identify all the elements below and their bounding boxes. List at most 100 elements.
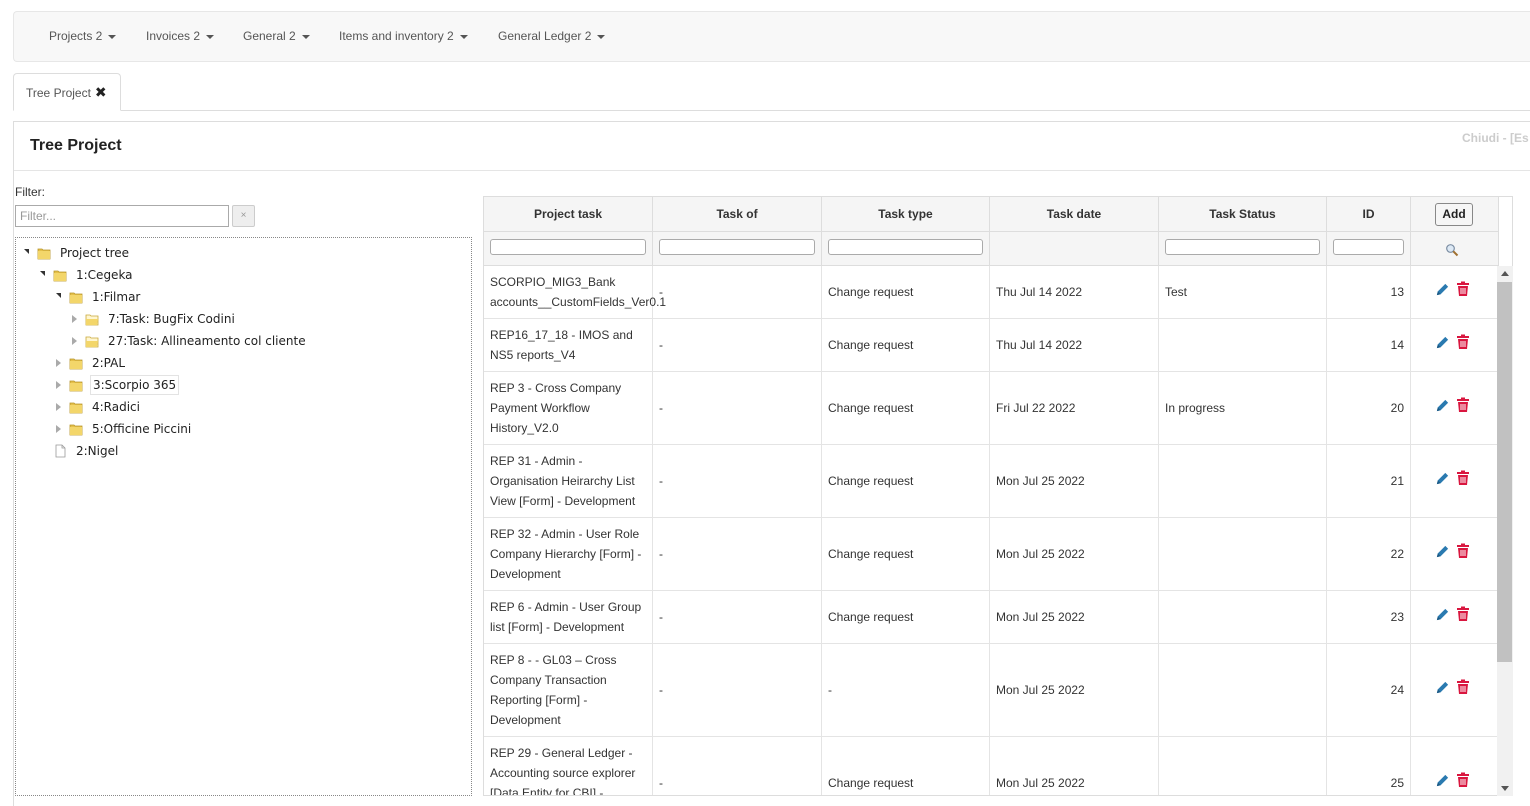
nav-menu-general-ledger[interactable]: General Ledger 2 (498, 12, 606, 61)
tree-node-task-27[interactable]: 27:Task: Allineamento col cliente (72, 330, 308, 350)
cell-actions (1411, 518, 1499, 590)
collapse-arrow-icon[interactable] (56, 358, 61, 367)
tree-node-nigel[interactable]: 2:Nigel (40, 440, 120, 460)
tab-tree-project[interactable]: Tree Project ✖ (13, 73, 121, 111)
cell-id: 13 (1327, 266, 1411, 318)
scroll-down-arrow-icon[interactable] (1501, 786, 1509, 791)
grid-scrollbar[interactable] (1497, 266, 1513, 796)
expand-arrow-icon[interactable] (40, 270, 45, 276)
tab-label: Tree Project (26, 86, 91, 100)
delete-trash-icon[interactable] (1456, 397, 1470, 419)
search-icon[interactable] (1445, 243, 1459, 260)
filter-task-of-input[interactable] (659, 239, 815, 255)
table-row[interactable]: REP 29 - General Ledger - Accounting sou… (484, 737, 1499, 795)
delete-trash-icon[interactable] (1456, 543, 1470, 565)
edit-pencil-icon[interactable] (1435, 282, 1450, 303)
delete-trash-icon[interactable] (1456, 772, 1470, 794)
filter-task-type-input[interactable] (828, 239, 983, 255)
filter-cell (484, 232, 653, 266)
caret-down-icon (459, 34, 468, 39)
filter-id-input[interactable] (1333, 239, 1404, 255)
col-header-task-date[interactable]: Task date (990, 197, 1159, 232)
panel-header: Tree Project Chiudi - [Es (14, 122, 1530, 171)
expand-arrow-icon[interactable] (24, 248, 29, 254)
edit-pencil-icon[interactable] (1435, 335, 1450, 356)
cell-task-date: Mon Jul 25 2022 (990, 591, 1159, 643)
folder-icon (69, 422, 83, 436)
tree-node-label: 2:Nigel (76, 443, 119, 458)
cell-actions (1411, 266, 1499, 318)
edit-pencil-icon[interactable] (1435, 398, 1450, 419)
cell-project-task: REP 29 - General Ledger - Accounting sou… (484, 737, 653, 795)
nav-menu-items-inventory[interactable]: Items and inventory 2 (339, 12, 468, 61)
edit-pencil-icon[interactable] (1435, 773, 1450, 794)
filter-cell (653, 232, 822, 266)
edit-pencil-icon[interactable] (1435, 471, 1450, 492)
scrollbar-thumb[interactable] (1497, 282, 1512, 662)
col-header-task-of[interactable]: Task of (653, 197, 822, 232)
cell-task-date: Mon Jul 25 2022 (990, 445, 1159, 517)
table-row[interactable]: REP 8 - - GL03 – Cross Company Transacti… (484, 644, 1499, 737)
filter-cell-empty (990, 232, 1159, 266)
tree-node-label: Project tree (60, 245, 130, 260)
edit-pencil-icon[interactable] (1435, 607, 1450, 628)
nav-label: Invoices 2 (146, 29, 201, 43)
collapse-arrow-icon[interactable] (56, 424, 61, 433)
tree-node-task-7[interactable]: 7:Task: BugFix Codini (72, 308, 237, 328)
expand-arrow-icon[interactable] (56, 292, 61, 298)
table-row[interactable]: REP 32 - Admin - User Role Company Hiera… (484, 518, 1499, 591)
scroll-up-arrow-icon[interactable] (1501, 271, 1509, 276)
tree-node-cegeka[interactable]: 1:Cegeka (40, 264, 135, 284)
col-header-task-type[interactable]: Task type (822, 197, 990, 232)
cell-task-of: - (653, 644, 822, 736)
tree-node-radici[interactable]: 4:Radici (56, 396, 142, 416)
filter-clear-button[interactable]: × (232, 205, 255, 227)
tree-node-root[interactable]: Project tree (24, 242, 131, 262)
nav-label: General Ledger 2 (498, 29, 592, 43)
nav-label: Items and inventory 2 (339, 29, 454, 43)
delete-trash-icon[interactable] (1456, 334, 1470, 356)
caret-down-icon (597, 34, 606, 39)
close-icon[interactable]: ✖ (95, 74, 107, 110)
panel-tools-link[interactable]: Chiudi - [Es (1462, 131, 1529, 145)
col-header-project-task[interactable]: Project task (484, 197, 653, 232)
delete-trash-icon[interactable] (1456, 281, 1470, 303)
cell-task-status (1159, 445, 1327, 517)
collapse-arrow-icon[interactable] (56, 380, 61, 389)
collapse-arrow-icon[interactable] (72, 314, 77, 323)
delete-trash-icon[interactable] (1456, 470, 1470, 492)
filter-task-status-input[interactable] (1165, 239, 1320, 255)
table-row[interactable]: REP16_17_18 - IMOS and NS5 reports_V4 - … (484, 319, 1499, 372)
cell-task-status (1159, 319, 1327, 371)
collapse-arrow-icon[interactable] (72, 336, 77, 345)
tree-node-scorpio[interactable]: 3:Scorpio 365 (56, 374, 180, 395)
table-row[interactable]: REP 31 - Admin - Organisation Heirarchy … (484, 445, 1499, 518)
filter-input[interactable] (15, 205, 229, 227)
edit-pencil-icon[interactable] (1435, 680, 1450, 701)
add-button[interactable]: Add (1435, 203, 1473, 226)
cell-project-task: SCORPIO_MIG3_Bank accounts__CustomFields… (484, 266, 666, 318)
table-row[interactable]: REP 3 - Cross Company Payment Workflow H… (484, 372, 1499, 445)
tree-node-filmar[interactable]: 1:Filmar (56, 286, 142, 306)
grid-header: Project task Task of Task type Task date… (484, 197, 1499, 232)
col-header-task-status[interactable]: Task Status (1159, 197, 1327, 232)
collapse-arrow-icon[interactable] (56, 402, 61, 411)
table-row[interactable]: REP 6 - Admin - User Group list [Form] -… (484, 591, 1499, 644)
nav-menu-projects[interactable]: Projects 2 (49, 12, 117, 61)
col-header-id[interactable]: ID (1327, 197, 1411, 232)
tree-node-pal[interactable]: 2:PAL (56, 352, 127, 372)
cell-project-task: REP 32 - Admin - User Role Company Hiera… (484, 518, 653, 590)
nav-menu-general[interactable]: General 2 (243, 12, 310, 61)
filter-project-task-input[interactable] (490, 239, 646, 255)
edit-pencil-icon[interactable] (1435, 544, 1450, 565)
tree-node-label: 2:PAL (92, 355, 126, 370)
nav-label: Projects 2 (49, 29, 103, 43)
tree-node-officine[interactable]: 5:Officine Piccini (56, 418, 193, 438)
cell-actions (1411, 644, 1499, 736)
filter-cell (1327, 232, 1411, 266)
task-grid: Project task Task of Task type Task date… (483, 196, 1513, 796)
delete-trash-icon[interactable] (1456, 679, 1470, 701)
nav-menu-invoices[interactable]: Invoices 2 (146, 12, 215, 61)
table-row[interactable]: SCORPIO_MIG3_Bank accounts__CustomFields… (484, 266, 1499, 319)
delete-trash-icon[interactable] (1456, 606, 1470, 628)
